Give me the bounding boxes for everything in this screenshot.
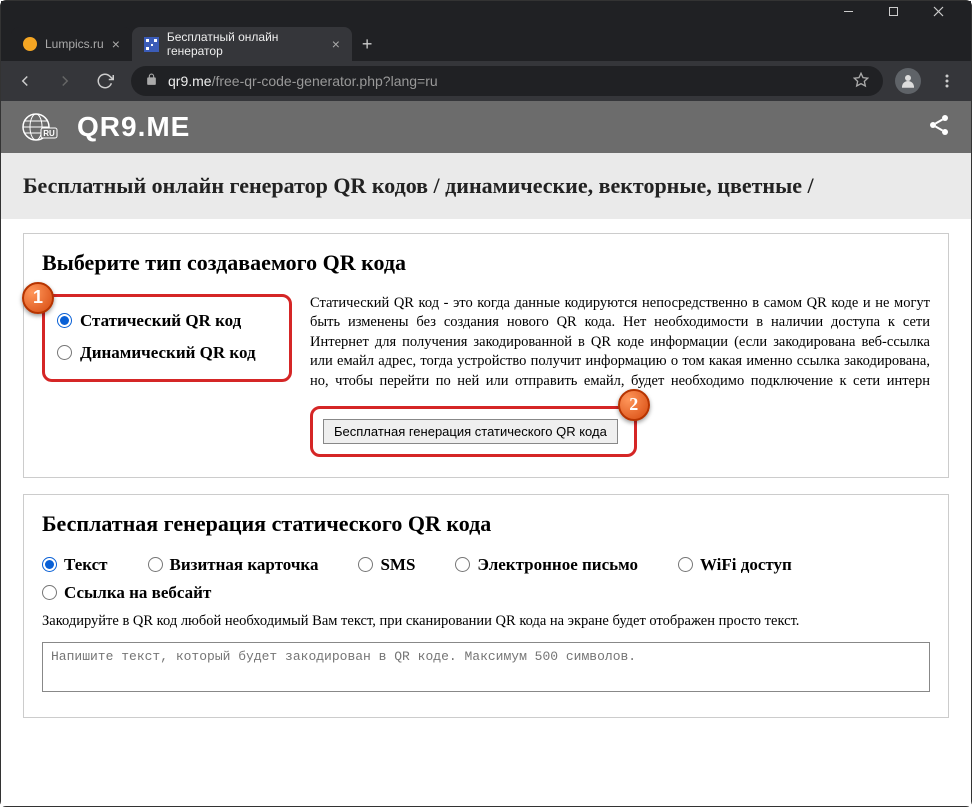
- browser-tab[interactable]: Lumpics.ru ×: [11, 27, 132, 61]
- browser-tab[interactable]: Бесплатный онлайн генератор ×: [132, 27, 352, 61]
- reload-button[interactable]: [91, 67, 119, 95]
- maximize-button[interactable]: [871, 1, 916, 21]
- window-titlebar: [1, 1, 971, 21]
- type-description: Статический QR код - это когда данные ко…: [310, 295, 930, 389]
- language-selector[interactable]: RU: [21, 112, 59, 142]
- radio-input[interactable]: [57, 345, 72, 360]
- menu-button[interactable]: [933, 67, 961, 95]
- forward-button[interactable]: [51, 67, 79, 95]
- annotation-highlight-1: 1 Статический QR код Динамический QR код: [42, 294, 292, 382]
- close-window-button[interactable]: [916, 1, 961, 21]
- new-tab-button[interactable]: +: [352, 34, 383, 61]
- tab-title: Lumpics.ru: [45, 37, 104, 51]
- favicon-icon: [23, 37, 37, 51]
- site-title: QR9.ME: [77, 111, 190, 143]
- help-text: Закодируйте в QR код любой необходимый В…: [42, 613, 930, 630]
- format-url[interactable]: Ссылка на вебсайт: [42, 583, 211, 603]
- url-text: qr9.me/free-qr-code-generator.php?lang=r…: [168, 73, 438, 89]
- format-email[interactable]: Электронное письмо: [455, 555, 638, 575]
- format-wifi[interactable]: WiFi доступ: [678, 555, 792, 575]
- static-generation-section: Бесплатная генерация статического QR код…: [23, 494, 949, 718]
- annotation-badge: 2: [618, 389, 650, 421]
- minimize-button[interactable]: [826, 1, 871, 21]
- radio-input[interactable]: [148, 557, 163, 572]
- format-sms[interactable]: SMS: [358, 555, 415, 575]
- qr-text-input[interactable]: [42, 642, 930, 692]
- annotation-highlight-2: 2 Бесплатная генерация статического QR к…: [310, 406, 637, 457]
- qr-type-section: Выберите тип создаваемого QR кода 1 Стат…: [23, 233, 949, 478]
- tab-title: Бесплатный онлайн генератор: [167, 30, 324, 58]
- annotation-badge: 1: [22, 282, 54, 314]
- format-vcard[interactable]: Визитная карточка: [148, 555, 319, 575]
- format-label: Текст: [64, 555, 108, 575]
- format-label: WiFi доступ: [700, 555, 792, 575]
- radio-input[interactable]: [57, 313, 72, 328]
- site-header: RU QR9.ME: [1, 101, 971, 153]
- profile-button[interactable]: [895, 68, 921, 94]
- format-label: SMS: [380, 555, 415, 575]
- page-title: Бесплатный онлайн генератор QR кодов / д…: [1, 153, 971, 219]
- page-content: RU QR9.ME Бесплатный онлайн генератор QR…: [1, 101, 971, 806]
- radio-input[interactable]: [678, 557, 693, 572]
- favicon-icon: [144, 36, 159, 52]
- tab-bar: Lumpics.ru × Бесплатный онлайн генератор…: [1, 21, 971, 61]
- bookmark-icon[interactable]: [853, 72, 869, 91]
- lock-icon: [145, 73, 158, 89]
- radio-input[interactable]: [42, 585, 57, 600]
- share-icon[interactable]: [927, 113, 951, 142]
- radio-static[interactable]: Статический QR код: [53, 305, 281, 337]
- radio-input[interactable]: [358, 557, 373, 572]
- close-tab-icon[interactable]: ×: [112, 36, 120, 52]
- section-legend: Выберите тип создаваемого QR кода: [42, 250, 930, 276]
- radio-input[interactable]: [42, 557, 57, 572]
- url-input[interactable]: qr9.me/free-qr-code-generator.php?lang=r…: [131, 66, 883, 96]
- radio-dynamic[interactable]: Динамический QR код: [53, 337, 281, 369]
- radio-label: Динамический QR код: [80, 343, 256, 363]
- format-label: Электронное письмо: [477, 555, 638, 575]
- address-bar: qr9.me/free-qr-code-generator.php?lang=r…: [1, 61, 971, 101]
- section-legend: Бесплатная генерация статического QR код…: [42, 511, 930, 537]
- close-tab-icon[interactable]: ×: [332, 36, 340, 52]
- radio-input[interactable]: [455, 557, 470, 572]
- radio-label: Статический QR код: [80, 311, 241, 331]
- svg-text:RU: RU: [43, 129, 55, 138]
- format-label: Ссылка на вебсайт: [64, 583, 211, 603]
- back-button[interactable]: [11, 67, 39, 95]
- format-label: Визитная карточка: [170, 555, 319, 575]
- generate-static-button[interactable]: Бесплатная генерация статического QR код…: [323, 419, 618, 444]
- format-text[interactable]: Текст: [42, 555, 108, 575]
